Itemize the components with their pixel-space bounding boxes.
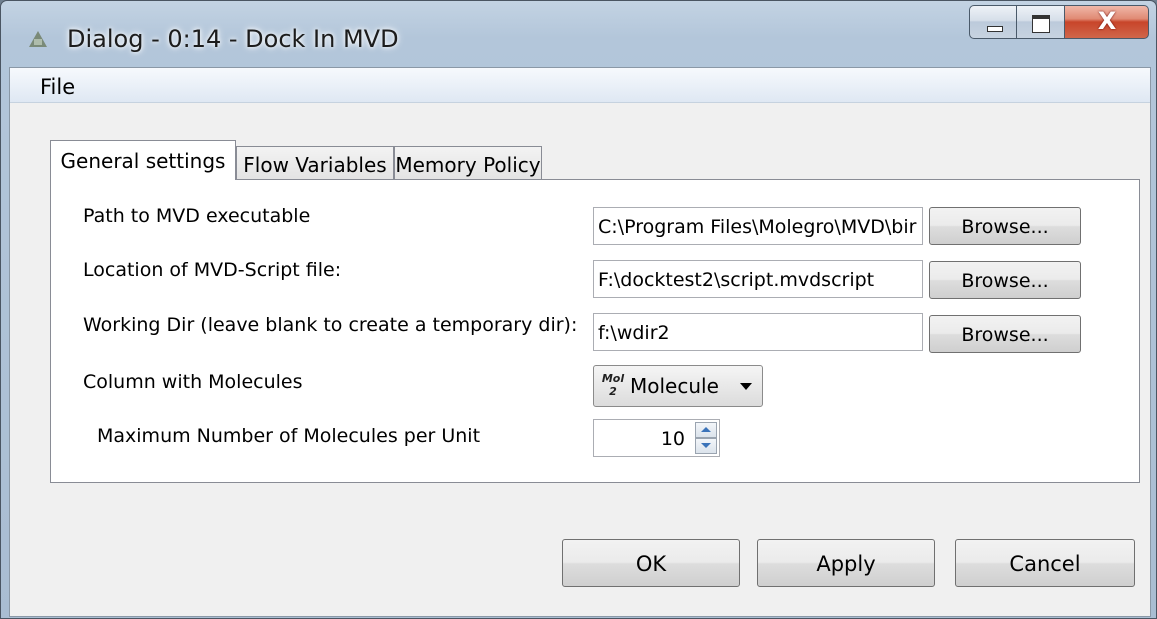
chevron-down-icon[interactable] — [740, 383, 752, 390]
apply-button[interactable]: Apply — [757, 539, 935, 587]
max-molecules-value[interactable]: 10 — [661, 428, 685, 450]
molecule-column-value: Molecule — [630, 374, 719, 398]
molecule-column-label: Column with Molecules — [83, 371, 303, 393]
menu-file[interactable]: File — [40, 75, 75, 99]
minimize-button[interactable] — [969, 5, 1017, 39]
spinner-buttons — [695, 422, 717, 454]
working-dir-field[interactable]: f:\wdir2 — [593, 313, 923, 351]
molecule-type-icon-top: Mol — [601, 372, 625, 385]
tab-memory-policy[interactable]: Memory Policy — [394, 146, 542, 180]
maximize-button[interactable] — [1017, 5, 1065, 39]
tab-general-settings[interactable]: General settings — [50, 140, 236, 180]
tab-flow-variables[interactable]: Flow Variables — [236, 146, 394, 180]
molecule-column-select[interactable]: Mol 2 Molecule — [593, 365, 763, 407]
browse-working-dir-button[interactable]: Browse... — [929, 315, 1081, 353]
title-bar[interactable]: Dialog - 0:14 - Dock In MVD X — [1, 1, 1156, 67]
minimize-icon — [987, 26, 1003, 32]
menu-bar: File — [10, 68, 1150, 103]
ok-button[interactable]: OK — [562, 539, 740, 587]
script-file-label: Location of MVD-Script file: — [83, 259, 342, 281]
browse-executable-button[interactable]: Browse... — [929, 207, 1081, 245]
window-title: Dialog - 0:14 - Dock In MVD — [67, 25, 399, 53]
max-molecules-spinner[interactable]: 10 — [593, 419, 720, 457]
molecule-type-icon: Mol 2 — [600, 372, 626, 400]
browse-script-button[interactable]: Browse... — [929, 261, 1081, 299]
maximize-icon — [1032, 15, 1050, 33]
max-molecules-label: Maximum Number of Molecules per Unit — [97, 425, 481, 447]
script-file-field[interactable]: F:\docktest2\script.mvdscript — [593, 260, 923, 298]
dialog-window: Dialog - 0:14 - Dock In MVD X File Gener… — [0, 0, 1157, 619]
close-button[interactable]: X — [1065, 5, 1149, 39]
mvd-executable-label: Path to MVD executable — [83, 205, 311, 227]
app-icon — [29, 31, 47, 47]
molecule-type-icon-bottom: 2 — [609, 385, 617, 398]
close-icon: X — [1097, 7, 1117, 35]
spin-up-icon[interactable] — [695, 422, 717, 438]
mvd-executable-field[interactable]: C:\Program Files\Molegro\MVD\bir — [593, 207, 923, 245]
spin-down-icon[interactable] — [695, 438, 717, 454]
cancel-button[interactable]: Cancel — [955, 539, 1135, 587]
working-dir-label: Working Dir (leave blank to create a tem… — [83, 314, 578, 336]
